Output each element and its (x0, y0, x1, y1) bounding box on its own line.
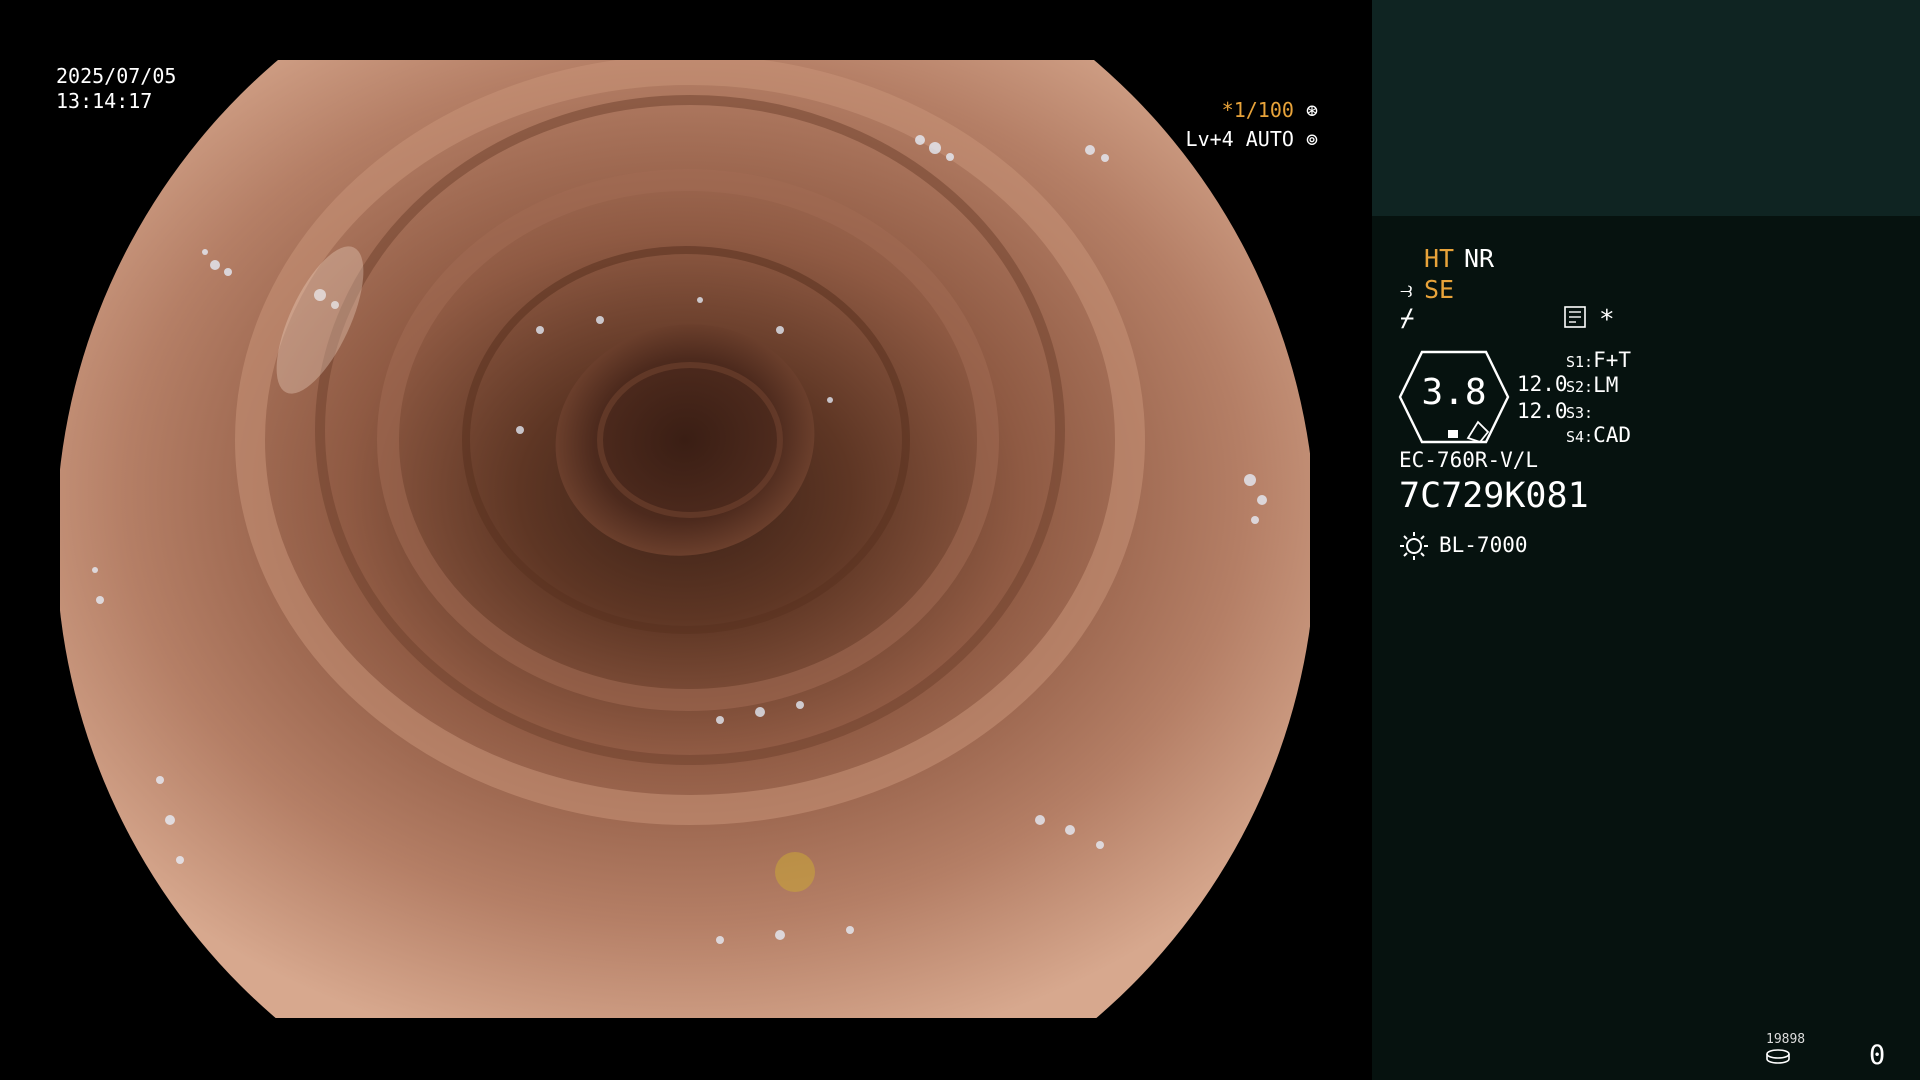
se-indicator: SE (1424, 275, 1455, 304)
shutter-label: *1/100 (1221, 98, 1294, 122)
time-label: 13:14:17 (56, 89, 153, 113)
star-indicator: * (1599, 305, 1615, 335)
gauge-line-2: 12.0 (1517, 399, 1568, 423)
endoscope-video: 2025/07/05 13:14:17 *1/100 ⊛ Lv+4 AUTO ⊚ (0, 0, 1372, 1080)
panel-header-area (1372, 0, 1920, 216)
switch-value: CAD (1593, 423, 1632, 447)
gauge-value: 3.8 (1421, 372, 1487, 413)
light-source-label: BL-7000 (1439, 533, 1528, 557)
gauge-line-1: 12.0 (1517, 372, 1568, 396)
menu-card-icon (1564, 306, 1586, 328)
date-label: 2025/07/05 (56, 64, 177, 88)
scope-se-icon: ⥽ (1400, 278, 1413, 303)
switch-value: F+T (1593, 348, 1632, 372)
switch-s2: S2:LM (1566, 373, 1618, 397)
switch-s4: S4:CAD (1566, 423, 1631, 447)
switch-s1: S1:F+T (1566, 348, 1631, 372)
info-panel: HT NR ⥽ SE ⌿ * 3.8 12.0 12.0 S1:F+T S2:L… (1372, 0, 1920, 1080)
lamp-icon (1400, 532, 1428, 560)
switch-key: S3: (1566, 404, 1594, 422)
lumen-image (0, 0, 1372, 1080)
iris-icon: ⊚ (1305, 127, 1318, 151)
capture-count: 0 (1869, 1040, 1886, 1071)
switch-value: LM (1593, 373, 1619, 397)
switch-s3: S3: (1566, 399, 1593, 423)
scope-model: EC-760R-V/L (1399, 448, 1539, 472)
switch-key: S1: (1566, 353, 1594, 371)
nr-indicator: NR (1464, 244, 1495, 273)
aperture-icon: ⊛ (1305, 98, 1318, 122)
switch-key: S2: (1566, 378, 1594, 396)
flash-off-icon: ⌿ (1400, 304, 1415, 332)
scope-serial: 7C729K081 (1399, 476, 1589, 516)
shutter-indicator: *1/100 ⊛ (1222, 98, 1318, 122)
ht-indicator: HT (1424, 244, 1455, 273)
level-label: Lv+4 AUTO (1185, 127, 1294, 151)
capture-small-count: 19898 (1766, 1032, 1806, 1047)
switch-key: S4: (1566, 428, 1594, 446)
date-time: 2025/07/05 13:14:17 (56, 64, 176, 114)
brightness-level: Lv+4 AUTO ⊚ (1186, 127, 1318, 151)
